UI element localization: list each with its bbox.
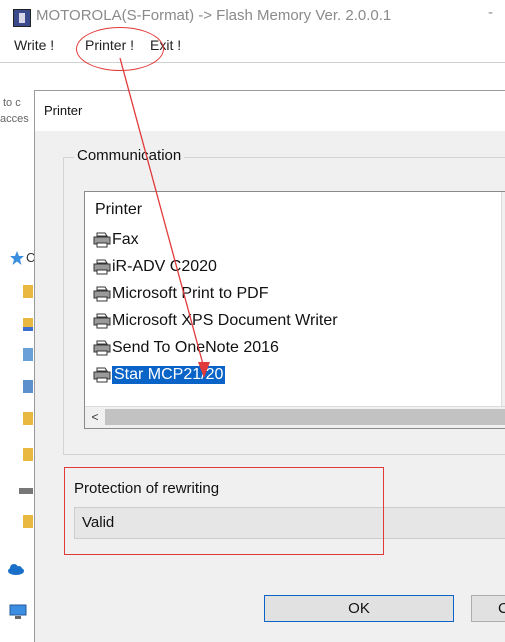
vertical-scrollbar[interactable] bbox=[501, 192, 505, 406]
printer-icon bbox=[93, 259, 111, 275]
folder-icon[interactable] bbox=[23, 412, 33, 425]
folder-icon[interactable] bbox=[23, 448, 33, 461]
window-title: MOTOROLA(S-Format) -> Flash Memory Ver. … bbox=[36, 7, 392, 24]
scroll-left-arrow[interactable]: < bbox=[86, 407, 104, 427]
cancel-button[interactable]: C bbox=[471, 595, 505, 622]
printer-icon bbox=[93, 313, 111, 329]
folder-icon[interactable] bbox=[23, 380, 33, 393]
printer-name: Microsoft Print to PDF bbox=[112, 285, 269, 302]
folder-icon[interactable] bbox=[23, 348, 33, 361]
printer-icon bbox=[93, 286, 111, 302]
list-item[interactable]: Microsoft XPS Document Writer bbox=[93, 310, 338, 332]
minimize-button[interactable]: - bbox=[488, 4, 493, 21]
annotation-ellipse bbox=[76, 27, 164, 71]
folder-icon[interactable] bbox=[23, 515, 33, 528]
list-item[interactable]: iR-ADV C2020 bbox=[93, 256, 217, 278]
list-item[interactable]: Send To OneNote 2016 bbox=[93, 337, 279, 359]
folder-icon[interactable] bbox=[23, 318, 33, 331]
background-text-fragment: to c bbox=[3, 97, 21, 109]
list-header-printer: Printer bbox=[95, 201, 143, 218]
printer-name: Send To OneNote 2016 bbox=[112, 339, 279, 356]
list-item[interactable]: Fax bbox=[93, 229, 139, 251]
dialog-title: Printer bbox=[44, 103, 83, 118]
background-explorer-panel bbox=[0, 92, 34, 642]
background-text-fragment: acces bbox=[0, 113, 29, 125]
dialog-titlebar bbox=[35, 91, 505, 131]
folder-icon[interactable] bbox=[23, 285, 33, 298]
ok-button[interactable]: OK bbox=[264, 595, 454, 622]
annotation-box bbox=[64, 467, 384, 555]
printer-icon bbox=[93, 340, 111, 356]
printer-icon bbox=[93, 367, 111, 383]
printer-name: Star MCP21/20 bbox=[112, 366, 226, 384]
computer-icon[interactable] bbox=[9, 604, 27, 620]
scroll-thumb[interactable] bbox=[105, 409, 505, 425]
printer-name: Fax bbox=[112, 231, 139, 248]
app-chip-icon bbox=[13, 9, 31, 27]
cloud-icon[interactable] bbox=[7, 563, 25, 575]
star-icon[interactable] bbox=[9, 250, 25, 266]
printer-icon bbox=[93, 232, 111, 248]
drive-icon[interactable] bbox=[19, 488, 33, 494]
communication-legend: Communication bbox=[74, 147, 185, 164]
main-client-area bbox=[0, 62, 505, 93]
list-item-selected[interactable]: Star MCP21/20 bbox=[93, 364, 226, 386]
printer-name: iR-ADV C2020 bbox=[112, 258, 217, 275]
menu-write[interactable]: Write ! bbox=[14, 37, 54, 53]
list-item[interactable]: Microsoft Print to PDF bbox=[93, 283, 268, 305]
printer-name: Microsoft XPS Document Writer bbox=[112, 312, 338, 329]
